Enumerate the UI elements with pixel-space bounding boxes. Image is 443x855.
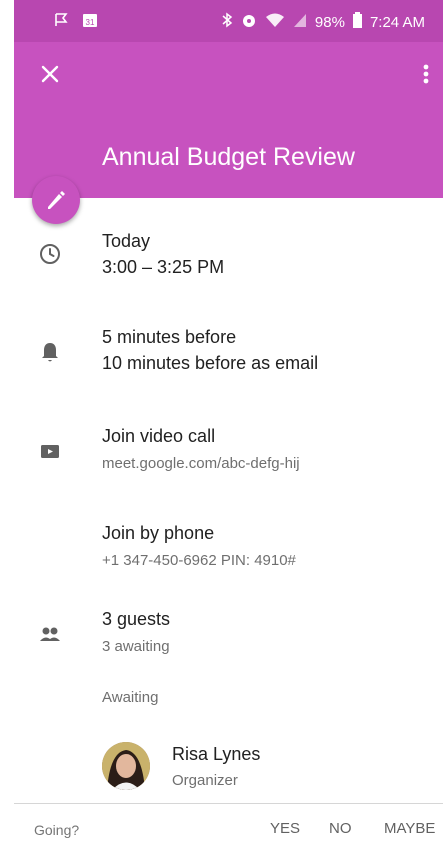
video-call-text: Join video call meet.google.com/abc-defg… xyxy=(102,423,300,475)
event-header: Annual Budget Review xyxy=(14,42,443,198)
bell-icon xyxy=(38,340,62,364)
reminder-2: 10 minutes before as email xyxy=(102,353,319,373)
avatar xyxy=(102,742,150,790)
reminder-text: 5 minutes before 10 minutes before as em… xyxy=(102,324,318,376)
flag-icon xyxy=(54,12,70,32)
organizer-role: Organizer xyxy=(172,772,238,789)
video-call-link[interactable]: meet.google.com/abc-defg-hij xyxy=(102,453,300,475)
clock-time: 7:24 AM xyxy=(369,13,425,31)
phone-text: Join by phone +1 347-450-6962 PIN: 4910# xyxy=(102,520,296,572)
battery-percent: 98% xyxy=(314,13,345,31)
more-vert-icon[interactable] xyxy=(419,60,433,88)
event-day: Today xyxy=(102,231,151,251)
guests-text: 3 guests 3 awaiting xyxy=(102,606,170,658)
edit-button[interactable] xyxy=(32,176,80,224)
rsvp-maybe-button[interactable]: MAYBE xyxy=(384,820,435,837)
status-bar: 31 98% 7:24 AM xyxy=(14,0,443,42)
guests-status: 3 awaiting xyxy=(102,638,170,655)
calendar-status-icon: 31 xyxy=(82,12,98,32)
organizer-info: Risa Lynes Organizer xyxy=(172,742,260,792)
svg-text:31: 31 xyxy=(86,18,95,27)
signal-icon xyxy=(293,12,307,32)
clock-icon xyxy=(38,242,62,266)
video-camera-icon xyxy=(38,439,62,463)
guests-count: 3 guests xyxy=(102,609,171,629)
video-call-label[interactable]: Join video call xyxy=(102,423,300,449)
phone-label[interactable]: Join by phone xyxy=(102,520,296,546)
time-text: Today 3:00 – 3:25 PM xyxy=(102,228,224,280)
event-detail-screen: 31 98% 7:24 AM Annual Budget Review Toda… xyxy=(14,0,443,855)
bluetooth-icon xyxy=(221,12,233,32)
rsvp-no-button[interactable]: NO xyxy=(329,820,352,837)
going-label: Going? xyxy=(34,822,80,838)
organizer-name: Risa Lynes xyxy=(172,744,261,764)
people-icon xyxy=(38,622,62,646)
battery-icon xyxy=(352,12,362,32)
rsvp-divider xyxy=(14,803,443,804)
close-icon[interactable] xyxy=(36,60,64,88)
event-time-range: 3:00 – 3:25 PM xyxy=(102,257,225,277)
alarm-status-icon xyxy=(241,12,257,32)
edit-pencil-icon xyxy=(32,191,80,228)
phone-details[interactable]: +1 347-450-6962 PIN: 4910# xyxy=(102,550,296,572)
status-left-icons: 31 xyxy=(54,12,98,32)
status-right-icons: 98% 7:24 AM xyxy=(221,12,425,32)
event-title: Annual Budget Review xyxy=(102,143,355,171)
wifi-icon xyxy=(265,12,285,32)
reminder-1: 5 minutes before xyxy=(102,327,237,347)
awaiting-heading: Awaiting xyxy=(102,689,159,706)
rsvp-bar: Going? YES NO MAYBE xyxy=(14,806,443,855)
rsvp-yes-button[interactable]: YES xyxy=(270,820,300,837)
